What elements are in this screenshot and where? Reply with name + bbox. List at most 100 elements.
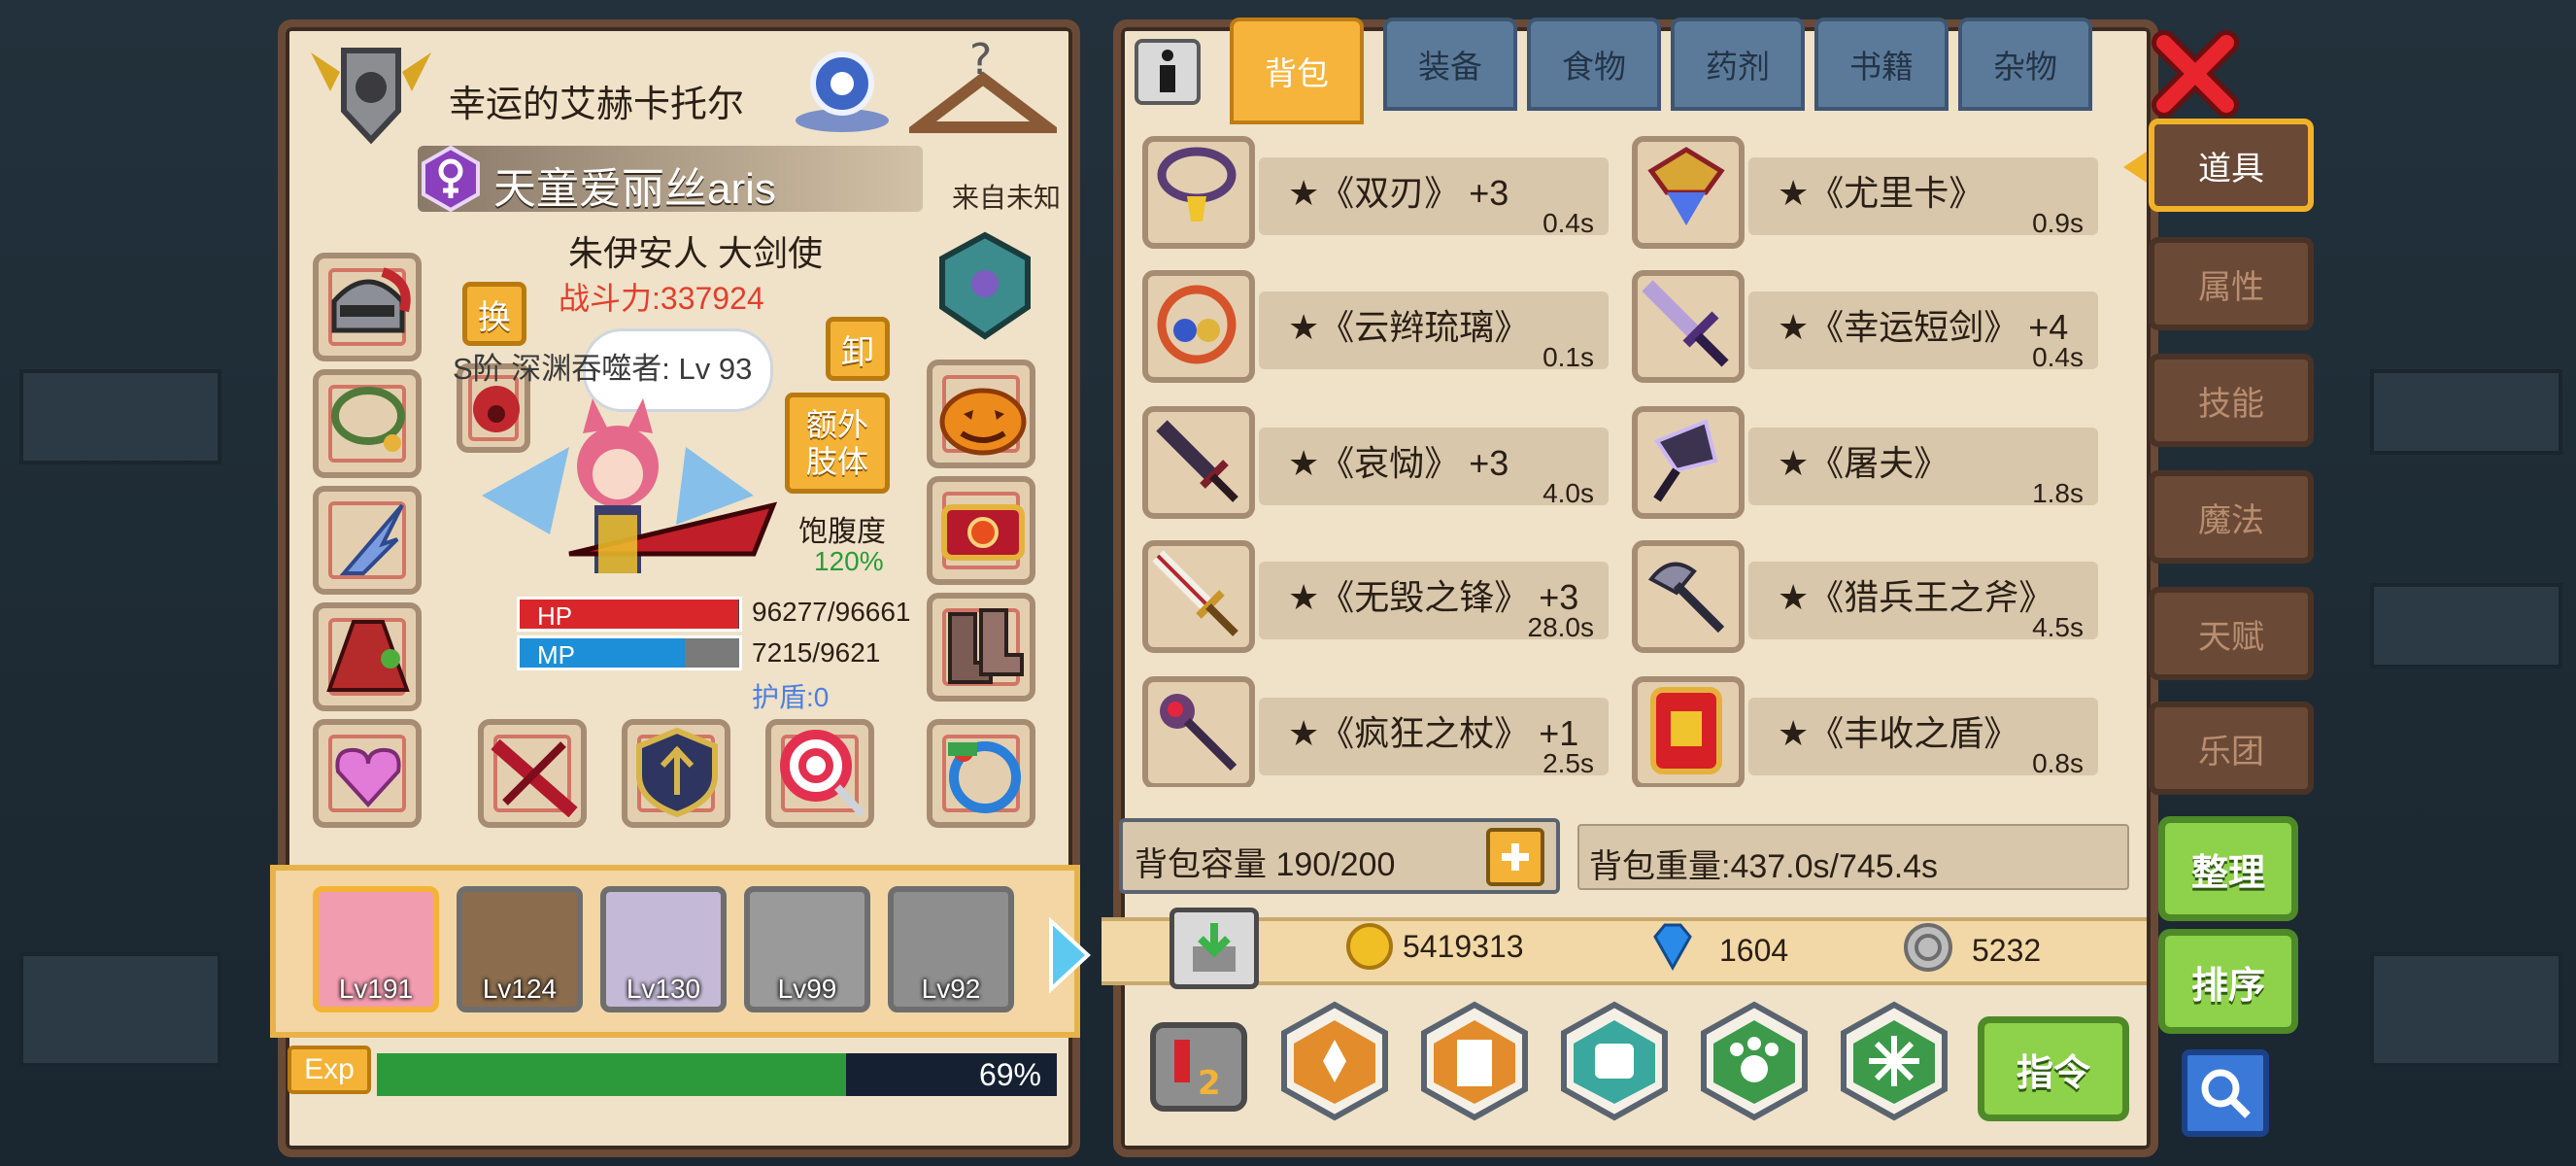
list-item[interactable]: ★《无毁之锋》 +3 28.0s bbox=[1142, 534, 1633, 659]
boots-icon bbox=[948, 608, 1024, 684]
item-name: ★《疯狂之杖》 +1 bbox=[1288, 713, 1579, 753]
party-member[interactable]: Lv191 bbox=[313, 886, 439, 1012]
item-icon-slot bbox=[1142, 270, 1255, 383]
item-name: ★《双刃》 +3 bbox=[1288, 173, 1509, 213]
weapon-slot[interactable] bbox=[478, 719, 587, 828]
item-time: 0.4s bbox=[2032, 342, 2084, 372]
wing-slot[interactable] bbox=[313, 486, 422, 595]
belt-slot[interactable] bbox=[927, 476, 1035, 585]
item-name: ★《猎兵王之斧》 bbox=[1778, 577, 2054, 617]
lollipop-slot[interactable] bbox=[765, 719, 874, 828]
character-origin: 来自未知 bbox=[952, 183, 1062, 213]
hp-label: HP bbox=[537, 601, 573, 631]
side-tab-items[interactable]: 道具 bbox=[2149, 119, 2314, 212]
silver-coin-icon bbox=[1902, 921, 1954, 974]
side-tab-skills[interactable]: 技能 bbox=[2149, 354, 2314, 447]
mp-label: MP bbox=[537, 640, 575, 669]
list-item[interactable]: ★《尤里卡》 0.9s bbox=[1632, 130, 2122, 255]
item-time: 0.4s bbox=[1542, 208, 1594, 238]
ring-icon bbox=[948, 741, 1021, 813]
tab-potion[interactable]: 药剂 bbox=[1671, 17, 1805, 111]
gem-icon bbox=[1645, 921, 1700, 972]
crystal-orb-icon[interactable] bbox=[789, 33, 896, 140]
helmet-icon bbox=[331, 267, 411, 333]
close-icon[interactable] bbox=[2151, 29, 2240, 119]
guild-crest-icon[interactable] bbox=[301, 33, 441, 150]
axe-icon bbox=[1647, 562, 1725, 634]
info-button[interactable] bbox=[1135, 39, 1201, 105]
side-tab-magic[interactable]: 魔法 bbox=[2149, 470, 2314, 564]
next-arrow-icon[interactable] bbox=[1045, 917, 1092, 993]
tab-food[interactable]: 食物 bbox=[1527, 17, 1661, 111]
expand-capacity-button[interactable] bbox=[1486, 828, 1544, 886]
list-item[interactable]: ★《猎兵王之斧》 4.5s bbox=[1632, 534, 2122, 659]
tab-label: 装备 bbox=[1418, 49, 1482, 85]
weight-text: 背包重量:437.0s/745.4s bbox=[1589, 848, 1939, 885]
plus-icon bbox=[1502, 843, 1529, 871]
unequip-button[interactable]: 卸 bbox=[826, 317, 890, 381]
skill-slot[interactable] bbox=[1414, 1001, 1535, 1121]
emblem-icon[interactable] bbox=[931, 229, 1039, 346]
burst-icon bbox=[1841, 1001, 1948, 1121]
tab-label: 食物 bbox=[1562, 49, 1626, 85]
download-icon bbox=[1193, 923, 1236, 972]
item-name: ★《幸运短剑》 +4 bbox=[1778, 307, 2069, 347]
tab-misc[interactable]: 杂物 bbox=[1958, 17, 2092, 111]
skill-slot[interactable] bbox=[1554, 1001, 1675, 1121]
side-tab-label: 道具 bbox=[2198, 150, 2264, 188]
sort-button[interactable]: 整理 bbox=[2158, 816, 2298, 921]
search-button[interactable] bbox=[2182, 1049, 2269, 1137]
mp-value: 7215/9621 bbox=[752, 637, 881, 668]
tab-equipment[interactable]: 装备 bbox=[1383, 17, 1517, 111]
satiety-value: 120% bbox=[814, 546, 884, 576]
list-item[interactable]: ★《屠夫》 1.8s bbox=[1632, 400, 2122, 525]
item-time: 2.5s bbox=[1542, 748, 1594, 778]
side-tab-talent[interactable]: 天赋 bbox=[2149, 587, 2314, 680]
cloak-slot[interactable] bbox=[313, 602, 422, 711]
extra-limb-button[interactable]: 额外 肢体 bbox=[785, 393, 890, 494]
list-item[interactable]: ★《双刃》 +3 0.4s bbox=[1142, 130, 1633, 255]
ring-slot[interactable] bbox=[927, 719, 1035, 828]
item-icon-slot bbox=[1632, 136, 1745, 249]
skill-slot[interactable] bbox=[1274, 1001, 1395, 1121]
tab-books[interactable]: 书籍 bbox=[1814, 17, 1949, 111]
side-tab-attributes[interactable]: 属性 bbox=[2149, 237, 2314, 330]
shield-slot[interactable] bbox=[622, 719, 730, 828]
item-time: 0.9s bbox=[2032, 208, 2084, 238]
list-item[interactable]: ★《哀恸》 +3 4.0s bbox=[1142, 400, 1633, 525]
tab-label: 药剂 bbox=[1706, 49, 1770, 85]
party-member[interactable]: Lv99 bbox=[744, 886, 870, 1012]
skill-slot[interactable] bbox=[1694, 1001, 1814, 1121]
character-name: 天童爱丽丝aris bbox=[493, 165, 776, 213]
list-item[interactable]: ★《疯狂之杖》 +1 2.5s bbox=[1142, 670, 1633, 787]
necklace-slot[interactable] bbox=[313, 369, 422, 478]
swap-button[interactable]: 换 bbox=[462, 282, 526, 346]
helmet-slot[interactable] bbox=[313, 253, 422, 361]
party-member[interactable]: Lv92 bbox=[888, 886, 1014, 1012]
boots-slot[interactable] bbox=[927, 593, 1035, 702]
list-item[interactable]: ★《幸运短剑》 +4 0.4s bbox=[1632, 264, 2122, 389]
party-member[interactable]: Lv130 bbox=[600, 886, 727, 1012]
list-item[interactable]: ★《云辫琉璃》 0.1s bbox=[1142, 264, 1633, 389]
item-name: ★《云辫琉璃》 bbox=[1288, 307, 1530, 347]
info-icon bbox=[1160, 50, 1175, 92]
svg-text:2: 2 bbox=[1198, 1064, 1221, 1098]
party-member[interactable]: Lv124 bbox=[457, 886, 583, 1012]
order-label: 排序 bbox=[2190, 965, 2265, 1007]
pendant-slot[interactable] bbox=[313, 719, 422, 828]
list-item[interactable]: ★《丰收之盾》 0.8s bbox=[1632, 670, 2122, 787]
silver-amount: 5232 bbox=[1972, 933, 2042, 968]
shuriken-icon bbox=[1281, 1001, 1388, 1121]
exp-bar: 69% bbox=[377, 1053, 1057, 1096]
skill-slot[interactable] bbox=[1834, 1001, 1954, 1121]
tab-bag[interactable]: 背包 bbox=[1230, 17, 1364, 124]
store-button[interactable] bbox=[1169, 908, 1259, 989]
pumpkin-slot[interactable] bbox=[927, 360, 1035, 468]
necklace-icon bbox=[331, 387, 405, 452]
item-name: ★《尤里卡》 bbox=[1778, 173, 1984, 213]
help-hanger-icon[interactable]: ? bbox=[909, 35, 1057, 142]
side-tab-band[interactable]: 乐团 bbox=[2149, 702, 2314, 795]
order-button[interactable]: 排序 bbox=[2158, 929, 2298, 1034]
page-switch-button[interactable]: 2 bbox=[1150, 1022, 1247, 1112]
command-button[interactable]: 指令 bbox=[1978, 1016, 2129, 1121]
